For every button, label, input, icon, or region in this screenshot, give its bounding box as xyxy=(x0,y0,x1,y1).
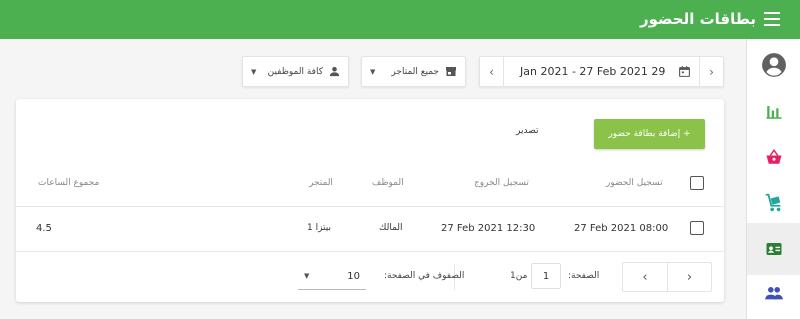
add-timecard-button[interactable]: + إضافة بطاقة حضور xyxy=(594,119,705,149)
cell-employee: المالك xyxy=(379,223,403,233)
chevron-right-icon: › xyxy=(686,269,693,285)
header-clock-in: تسجيل الحضور xyxy=(606,178,663,188)
divider xyxy=(16,251,724,252)
divider xyxy=(16,206,724,207)
header-clock-out: تسجيل الخروج xyxy=(474,178,529,188)
header-store: المتجر xyxy=(309,178,333,188)
sidebar-item-sales[interactable] xyxy=(747,131,800,183)
date-prev-button[interactable]: ‹ xyxy=(480,57,504,86)
menu-icon[interactable] xyxy=(764,12,780,26)
employee-filter-label: كافة الموظفين xyxy=(267,66,323,77)
cell-store: بيتزا 1 xyxy=(307,223,331,233)
prev-page-button[interactable]: ‹ xyxy=(623,263,667,291)
select-all-checkbox[interactable] xyxy=(690,176,704,190)
page-number-input[interactable]: 1 xyxy=(531,263,561,289)
page-of-label: من1 xyxy=(510,271,527,281)
date-range-filter[interactable]: ‹ Jan 2021 - 27 Feb 2021 29 › xyxy=(479,56,724,87)
cell-clock-out: 27 Feb 2021 12:30 xyxy=(441,223,536,234)
date-range-text: Jan 2021 - 27 Feb 2021 29 xyxy=(520,65,666,78)
header-employee: الموظف xyxy=(372,178,404,188)
sidebar-item-customers[interactable] xyxy=(747,267,800,319)
dropdown-caret-icon: ▼ xyxy=(251,67,257,76)
store-filter[interactable]: ▼ جميع المتاجر xyxy=(361,56,466,87)
row-checkbox[interactable] xyxy=(690,221,704,235)
rows-per-page-select[interactable]: 10 ▼ xyxy=(298,264,366,290)
sidebar-item-inventory[interactable] xyxy=(747,177,800,229)
calendar-icon xyxy=(679,66,690,77)
person-icon xyxy=(329,66,340,77)
export-button[interactable]: تصدير xyxy=(516,126,539,136)
badge-icon xyxy=(766,243,782,255)
account-circle-icon xyxy=(762,53,786,77)
dropdown-caret-icon: ▼ xyxy=(370,67,376,76)
people-icon xyxy=(765,287,783,300)
page-label: الصفحة: xyxy=(568,271,600,281)
header-total-hours: مجموع الساعات xyxy=(38,178,100,188)
of-label: من xyxy=(515,271,528,281)
sidebar xyxy=(746,39,800,319)
chevron-right-icon: › xyxy=(709,64,714,79)
rows-per-page-label: الصفوف في الصفحة: xyxy=(384,271,465,281)
sidebar-item-account[interactable] xyxy=(747,39,800,91)
cell-total-hours: 4.5 xyxy=(36,223,52,234)
cell-clock-in: 27 Feb 2021 08:00 xyxy=(574,223,669,234)
pagination-buttons: ‹ › xyxy=(622,262,712,292)
store-filter-label: جميع المتاجر xyxy=(391,66,439,77)
chevron-left-icon: ‹ xyxy=(642,269,648,285)
app-header: بطاقات الحضور xyxy=(0,0,800,39)
rows-per-page-value: 10 xyxy=(347,271,360,282)
bar-chart-icon xyxy=(766,106,782,119)
chevron-left-icon: ‹ xyxy=(489,64,494,79)
basket-icon xyxy=(766,148,782,164)
timecards-card: + إضافة بطاقة حضور تصدير تسجيل الحضور تس… xyxy=(16,99,724,302)
employee-filter[interactable]: ▼ كافة الموظفين xyxy=(242,56,349,87)
page-title: بطاقات الحضور xyxy=(639,10,756,28)
store-icon xyxy=(445,66,457,77)
date-next-button[interactable]: › xyxy=(699,57,723,86)
dropdown-caret-icon: ▼ xyxy=(304,272,310,280)
next-page-button[interactable]: › xyxy=(667,263,711,291)
cart-icon xyxy=(765,193,781,212)
